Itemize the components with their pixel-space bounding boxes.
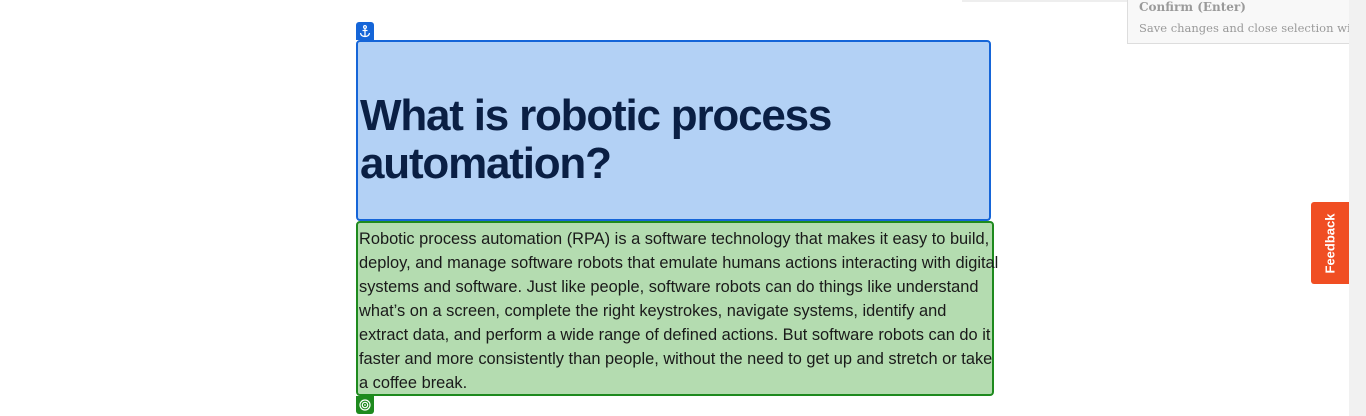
feedback-button[interactable]: Feedback [1311,202,1349,284]
target-icon[interactable] [356,396,374,414]
target-element-highlight[interactable]: Robotic process automation (RPA) is a so… [356,221,998,396]
tooltip-title: Confirm (Enter) [1139,0,1246,14]
confirm-tooltip: Confirm (Enter) Save changes and close s… [1127,0,1366,44]
page-heading: What is robotic process automation? [360,91,832,188]
body-paragraph: Robotic process automation (RPA) is a so… [359,230,999,392]
anchor-icon-glyph [359,24,371,37]
target-icon-glyph [359,399,371,411]
tooltip-shadow [962,0,1128,2]
anchor-element-highlight[interactable]: What is robotic process automation? [356,40,991,221]
vertical-scrollbar[interactable] [1349,0,1366,416]
feedback-label: Feedback [1322,213,1338,273]
tooltip-description: Save changes and close selection wizard. [1139,21,1366,35]
anchor-icon[interactable] [356,22,374,40]
